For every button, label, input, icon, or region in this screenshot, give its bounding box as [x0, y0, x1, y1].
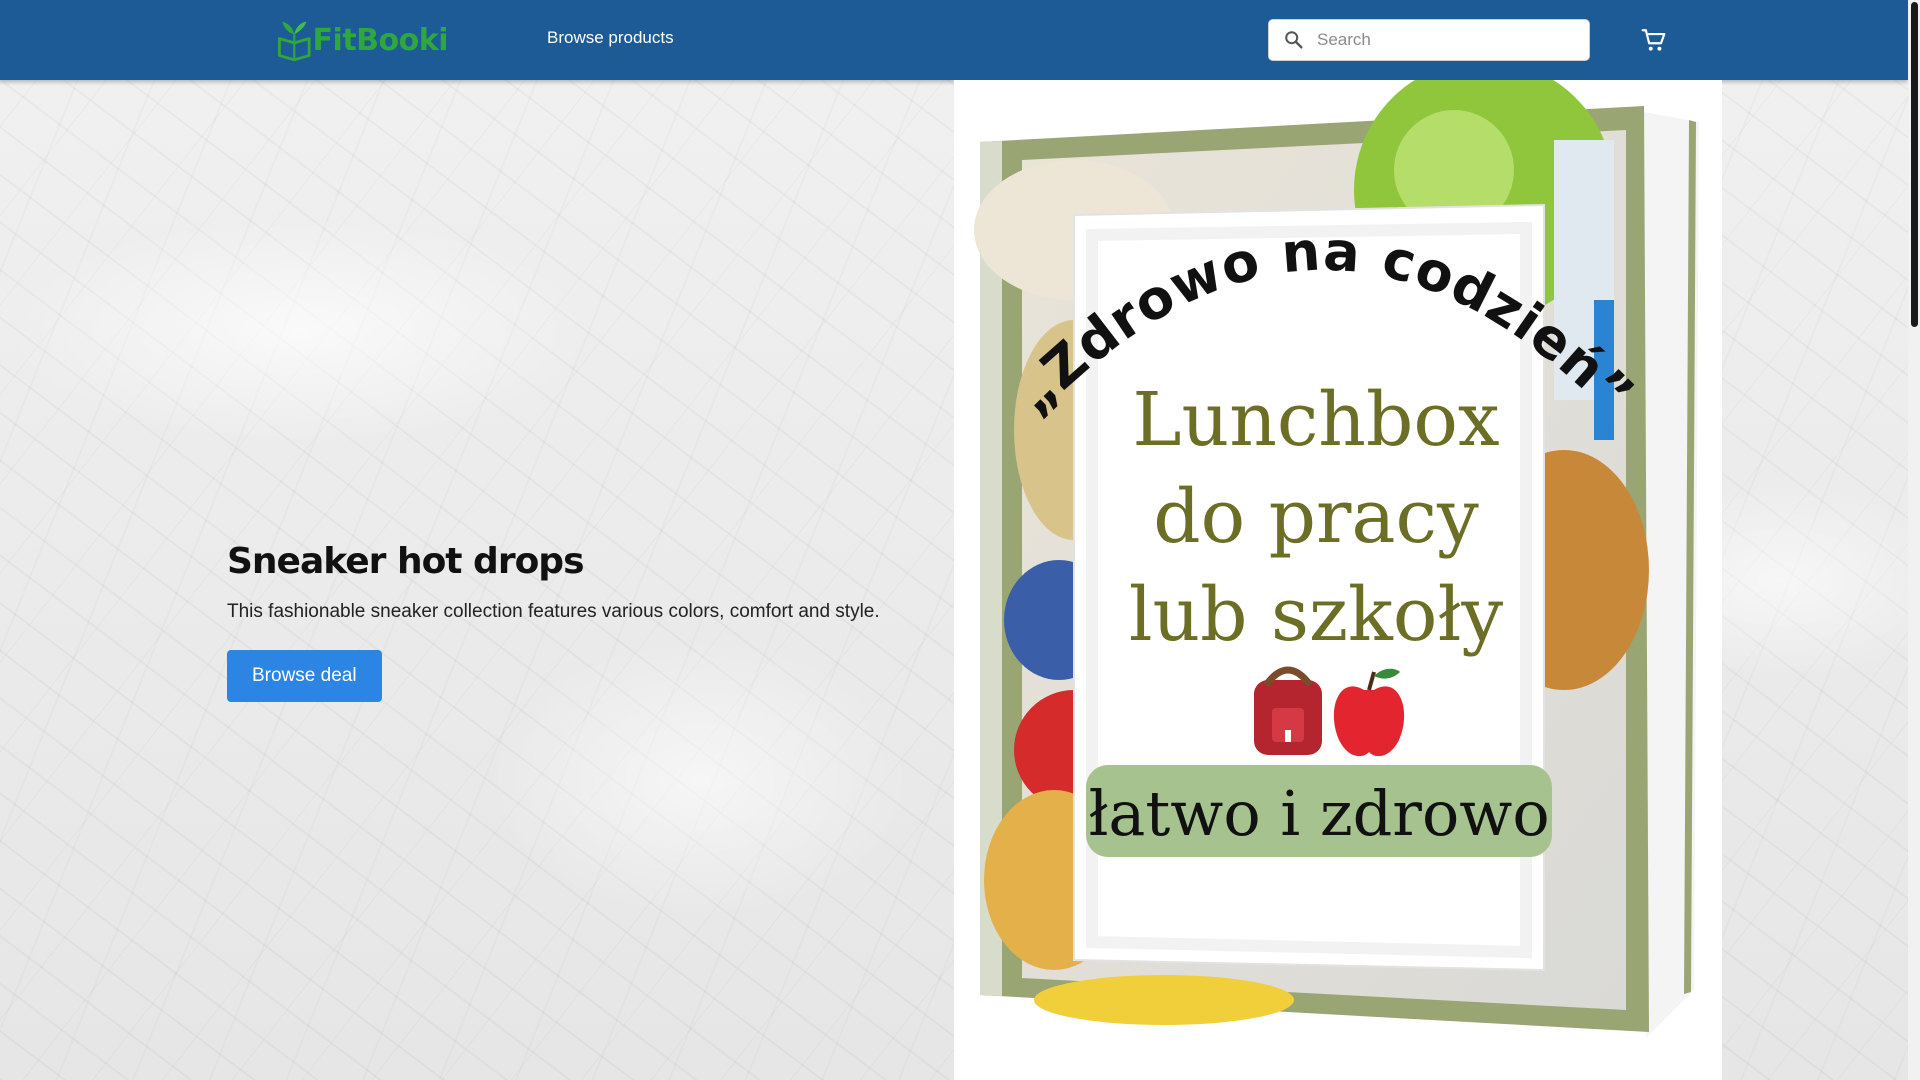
browse-deal-button[interactable]: Browse deal: [227, 650, 382, 702]
book-title-line-1: Lunchbox: [1132, 377, 1499, 463]
book-sprout-icon: [278, 21, 311, 62]
book-cover-image: „Zdrowo na codzień” Lunchbox do pracy lu…: [974, 80, 1699, 1038]
brand-logo-text: FitBooki: [312, 22, 449, 58]
brand-logo[interactable]: FitBooki: [278, 12, 449, 68]
page-scrollbar-thumb[interactable]: [1911, 2, 1918, 327]
hero-description: This fashionable sneaker collection feat…: [227, 601, 880, 622]
book-title-line-2: do pracy: [1153, 474, 1479, 560]
hero-section: Sneaker hot drops This fashionable sneak…: [227, 541, 927, 702]
nav-browse-products-link[interactable]: Browse products: [547, 28, 674, 48]
book-title-line-3: lub szkoły: [1129, 572, 1504, 658]
cart-icon[interactable]: [1641, 27, 1667, 53]
hero-title: Sneaker hot drops: [227, 541, 585, 582]
search-box[interactable]: [1268, 19, 1590, 61]
search-icon: [1285, 31, 1303, 49]
search-input[interactable]: [1315, 29, 1579, 51]
backpack-icon: [1254, 666, 1322, 755]
top-navigation-bar: FitBooki Browse products: [0, 0, 1908, 80]
book-tagline: łatwo i zdrowo: [1088, 777, 1549, 850]
product-image-panel[interactable]: „Zdrowo na codzień” Lunchbox do pracy lu…: [954, 80, 1722, 1080]
